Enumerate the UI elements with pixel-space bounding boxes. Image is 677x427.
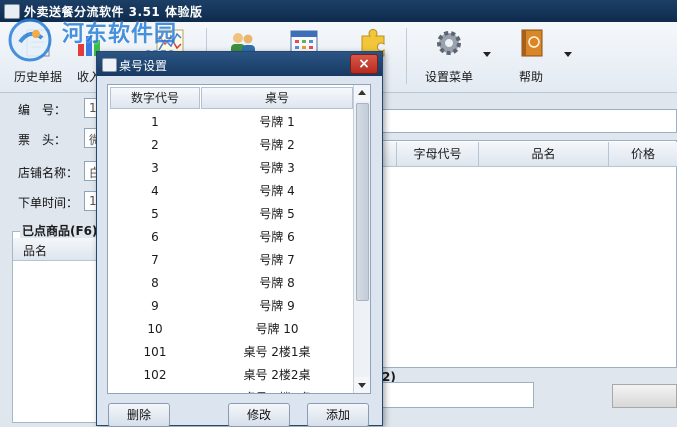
- row-table-name: 桌号 2楼2桌: [243, 368, 311, 382]
- table-row[interactable]: 4 号牌 4: [110, 180, 353, 203]
- row-table-name: 号牌 4: [259, 184, 295, 198]
- row-number-code: 1: [151, 115, 159, 129]
- ordered-items-header: 品名: [13, 238, 103, 261]
- row-table-name: 号牌 6: [259, 230, 295, 244]
- menu-grid-header: 字母代号 品名 价格: [382, 142, 677, 167]
- number-label: 编 号：: [18, 103, 67, 117]
- search-input[interactable]: [382, 109, 677, 133]
- gear-icon: [437, 31, 461, 55]
- table-row[interactable]: 103桌号 2楼3桌: [110, 387, 353, 393]
- table-row[interactable]: 2 号牌 2: [110, 134, 353, 157]
- header-number-code[interactable]: 数字代号: [110, 87, 200, 109]
- row-number-code: 101: [143, 345, 167, 359]
- toolbar-settings-menu-button[interactable]: 设置菜单: [416, 22, 482, 92]
- row-table-name: 号牌 3: [259, 161, 295, 175]
- watermark-text: 河东软件园: [62, 21, 178, 47]
- row-table-name: 号牌 7: [259, 253, 295, 267]
- scroll-thumb[interactable]: [356, 103, 369, 301]
- ordered-items-col-name: 品名: [23, 244, 48, 258]
- dialog-title: 桌号设置: [119, 59, 168, 73]
- row-table-name: 号牌 9: [259, 299, 295, 313]
- list-scrollbar[interactable]: [353, 85, 370, 393]
- row-number-code: 2: [151, 138, 159, 152]
- table-row[interactable]: 7 号牌 7: [110, 249, 353, 272]
- row-number-code: 9: [151, 299, 159, 313]
- bottom-input[interactable]: [382, 382, 534, 408]
- table-row[interactable]: 5 号牌 5: [110, 203, 353, 226]
- row-table-name: 号牌 10: [255, 322, 299, 336]
- row-table-name: 号牌 8: [259, 276, 295, 290]
- close-icon: ×: [358, 56, 370, 72]
- header-table-number[interactable]: 桌号: [201, 87, 353, 109]
- delete-button[interactable]: 删除: [108, 403, 170, 427]
- help-book-icon: [521, 29, 543, 57]
- table-row[interactable]: 6 号牌 6: [110, 226, 353, 249]
- table-row[interactable]: 3 号牌 3: [110, 157, 353, 180]
- table-row[interactable]: 8 号牌 8: [110, 272, 353, 295]
- ordered-items-title: 已点商品(F6): [20, 222, 100, 239]
- dialog-close-button[interactable]: ×: [350, 54, 378, 74]
- shop-name-label: 店铺名称：: [18, 166, 79, 180]
- row-number-code: 102: [143, 368, 167, 382]
- menu-grid[interactable]: [382, 140, 677, 368]
- row-number-code: 10: [147, 322, 163, 336]
- row-table-name: 号牌 5: [259, 207, 295, 221]
- row-number-code: 103: [110, 387, 200, 393]
- bottom-right-button[interactable]: [612, 384, 677, 408]
- table-rows: 1 号牌 1 2 号牌 2 3 号牌 3 4 号牌 4 5 号牌 5 6 号牌 6 7 号牌 7 8 号牌 8…: [110, 111, 353, 393]
- table-row[interactable]: 9 号牌 9: [110, 295, 353, 318]
- row-number-code: 8: [151, 276, 159, 290]
- dialog-title-bar[interactable]: 桌号设置 ×: [97, 52, 382, 76]
- toolbar-separator: [406, 28, 407, 84]
- order-time-label: 下单时间：: [18, 196, 79, 210]
- scroll-down-arrow-icon[interactable]: [354, 377, 370, 393]
- grid-col-price[interactable]: 价格: [608, 142, 677, 166]
- toolbar-help-button[interactable]: 帮助: [506, 22, 556, 92]
- settings-dropdown-arrow-icon[interactable]: [483, 52, 491, 57]
- table-row[interactable]: 10 号牌 10: [110, 318, 353, 341]
- watermark-logo-icon: [8, 18, 52, 62]
- row-number-code: 4: [151, 184, 159, 198]
- modify-button[interactable]: 修改: [228, 403, 290, 427]
- row-table-name: 桌号 2楼3桌: [201, 387, 353, 393]
- dialog-app-icon: [102, 58, 117, 72]
- table-row[interactable]: 101 桌号 2楼1桌: [110, 341, 353, 364]
- grid-col-letter-code[interactable]: 字母代号: [396, 142, 478, 166]
- table-number-dialog: 桌号设置 × 数字代号 桌号 1 号牌 1 2 号牌 2 3 号牌 3 4 号牌 4 5 号牌 5…: [96, 51, 383, 427]
- table-number-list[interactable]: 数字代号 桌号 1 号牌 1 2 号牌 2 3 号牌 3 4 号牌 4 5 号牌 5 6 号牌 6 7 号…: [107, 84, 371, 394]
- row-number-code: 6: [151, 230, 159, 244]
- scroll-up-arrow-icon[interactable]: [354, 85, 370, 101]
- add-button[interactable]: 添加: [307, 403, 369, 427]
- row-number-code: 5: [151, 207, 159, 221]
- row-number-code: 7: [151, 253, 159, 267]
- grid-col-name[interactable]: 品名: [478, 142, 608, 166]
- row-table-name: 桌号 2楼1桌: [243, 345, 311, 359]
- table-row[interactable]: 1 号牌 1: [110, 111, 353, 134]
- toolbar-help-label: 帮助: [518, 70, 543, 84]
- help-dropdown-arrow-icon[interactable]: [564, 52, 572, 57]
- row-number-code: 3: [151, 161, 159, 175]
- toolbar-settings-menu-label: 设置菜单: [424, 70, 473, 84]
- table-row[interactable]: 102 桌号 2楼2桌: [110, 364, 353, 387]
- ticket-label: 票 头：: [18, 133, 67, 147]
- row-table-name: 号牌 2: [259, 138, 295, 152]
- row-table-name: 号牌 1: [259, 115, 295, 129]
